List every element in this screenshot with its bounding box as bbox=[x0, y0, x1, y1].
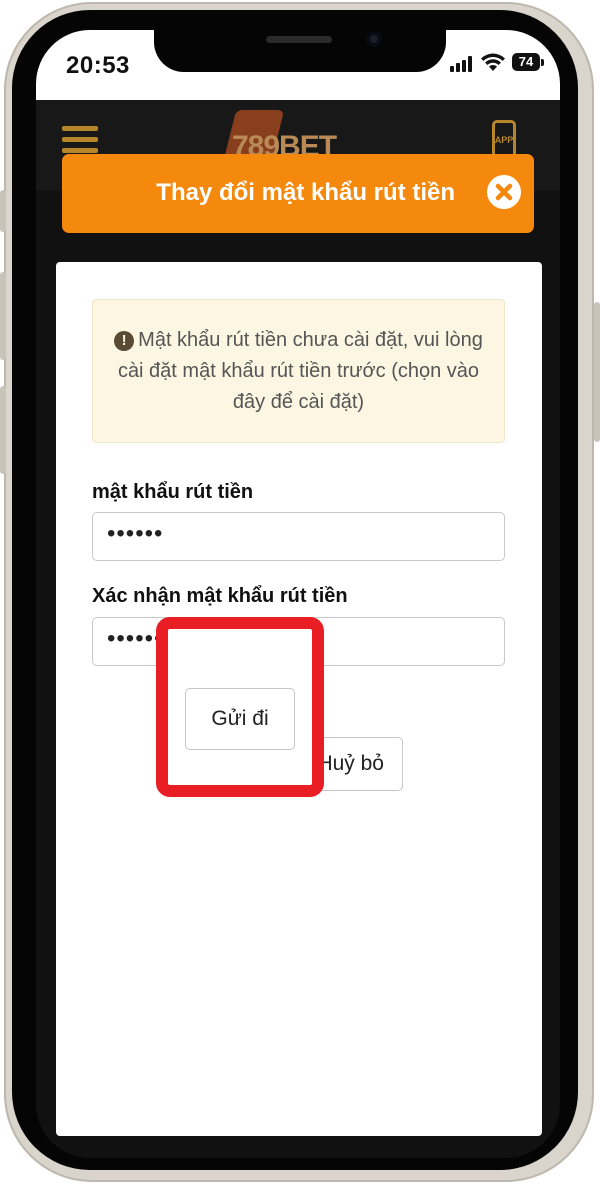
screen-bottom-edge bbox=[36, 1136, 560, 1158]
submit-button[interactable]: Gửi đi bbox=[185, 688, 295, 750]
notch bbox=[154, 30, 446, 72]
phone-screen: 20:53 74 789BET APP Thay đổi mật khẩu rú… bbox=[36, 30, 560, 1158]
site-logo[interactable]: 789BET bbox=[223, 110, 350, 163]
phone-power-button bbox=[594, 302, 600, 442]
confirm-password-label: Xác nhận mật khẩu rút tiền bbox=[92, 585, 348, 607]
phone-volume-up-button bbox=[0, 272, 6, 360]
password-not-set-warning[interactable]: ! Mật khẩu rút tiền chưa cài đặt, vui lòn… bbox=[92, 299, 505, 443]
close-button[interactable] bbox=[487, 175, 521, 209]
battery-indicator: 74 bbox=[512, 53, 540, 71]
modal-title: Thay đổi mật khẩu rút tiền bbox=[156, 179, 455, 206]
status-time: 20:53 bbox=[66, 52, 130, 79]
phone-volume-down-button bbox=[0, 386, 6, 474]
modal-header: Thay đổi mật khẩu rút tiền bbox=[62, 154, 534, 233]
withdraw-password-label: mật khẩu rút tiền bbox=[92, 481, 254, 503]
withdraw-password-input[interactable]: •••••• bbox=[92, 512, 505, 561]
close-icon bbox=[495, 183, 513, 201]
exclamation-circle-icon: ! bbox=[114, 331, 135, 351]
status-bar: 20:53 74 bbox=[36, 30, 560, 100]
front-camera bbox=[366, 31, 382, 47]
app-label: APP bbox=[494, 135, 514, 145]
warning-text: Mật khẩu rút tiền chưa cài đặt, vui lòng… bbox=[117, 329, 483, 413]
wifi-icon bbox=[481, 53, 505, 71]
cellular-signal-icon bbox=[450, 56, 474, 72]
battery-tip bbox=[541, 59, 544, 66]
speaker bbox=[266, 36, 332, 43]
phone-side-button bbox=[0, 190, 6, 232]
